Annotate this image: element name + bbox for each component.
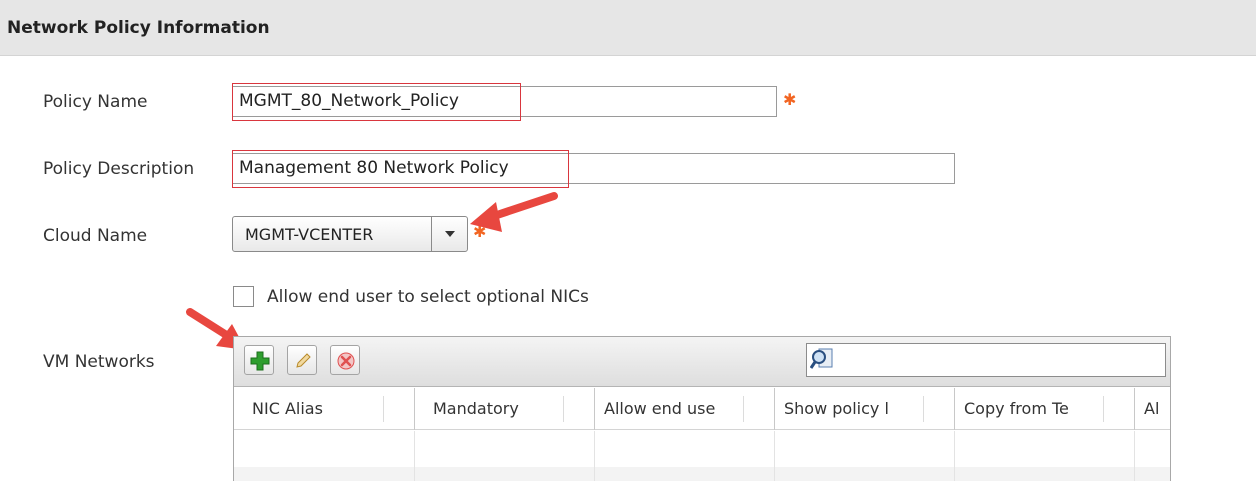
- policy-description-label: Policy Description: [43, 159, 195, 179]
- cloud-name-value: MGMT-VCENTER: [245, 225, 374, 244]
- column-header-copy-from-template[interactable]: Copy from Te: [954, 388, 1134, 430]
- table-row[interactable]: [234, 431, 1170, 467]
- grid-header: NIC Alias Mandatory Allow end use Show p…: [234, 388, 1170, 430]
- search-icon: [810, 348, 833, 369]
- allow-optional-nics-checkbox[interactable]: [233, 286, 254, 307]
- vm-networks-label: VM Networks: [43, 352, 155, 372]
- chevron-down-icon: [445, 231, 455, 237]
- grid-toolbar: [234, 337, 1170, 387]
- section-header: Network Policy Information: [0, 0, 1256, 56]
- cloud-name-label: Cloud Name: [43, 226, 148, 246]
- add-network-button[interactable]: [244, 345, 274, 375]
- grid-search-box[interactable]: [806, 343, 1166, 377]
- section-title: Network Policy Information: [7, 18, 270, 38]
- delete-network-button[interactable]: [330, 345, 360, 375]
- plus-icon: [250, 351, 270, 371]
- delete-icon: [337, 352, 355, 370]
- table-row[interactable]: [234, 467, 1170, 481]
- policy-name-required-marker: ✱: [783, 90, 797, 109]
- column-header-allow-end-user[interactable]: Allow end use: [594, 388, 774, 430]
- vm-networks-grid: NIC Alias Mandatory Allow end use Show p…: [233, 336, 1171, 481]
- policy-description-field[interactable]: Management 80 Network Policy: [232, 153, 955, 184]
- policy-name-label: Policy Name: [43, 92, 148, 112]
- pencil-icon: [296, 353, 311, 368]
- column-header-nic-alias[interactable]: NIC Alias: [234, 388, 414, 430]
- column-header-mandatory[interactable]: Mandatory: [414, 388, 594, 430]
- column-header-al[interactable]: Al: [1134, 388, 1170, 430]
- cloud-name-required-marker: ✱: [473, 222, 487, 241]
- allow-optional-nics-label: Allow end user to select optional NICs: [267, 287, 589, 307]
- policy-name-field[interactable]: MGMT_80_Network_Policy: [232, 86, 777, 117]
- dropdown-toggle-button[interactable]: [432, 217, 467, 251]
- edit-network-button[interactable]: [287, 345, 317, 375]
- grid-search-input[interactable]: [837, 346, 1161, 374]
- column-header-show-policy[interactable]: Show policy l: [774, 388, 954, 430]
- cloud-name-dropdown[interactable]: MGMT-VCENTER: [232, 216, 468, 252]
